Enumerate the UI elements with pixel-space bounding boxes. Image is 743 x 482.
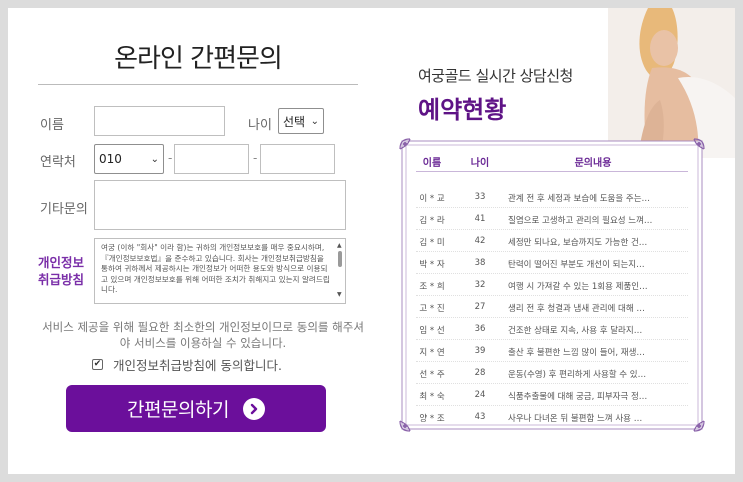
row-name: 조 * 희 — [419, 282, 445, 292]
agree-checkbox[interactable]: ✔ — [92, 359, 103, 370]
privacy-policy-label: 개인정보취급방침 — [38, 255, 85, 287]
row-message: 생리 전 후 청결과 냄새 관리에 대해 … — [508, 304, 645, 314]
row-age: 42 — [474, 236, 486, 246]
contact-label: 연락처 — [40, 155, 76, 170]
table-header: 이름 나이 문의내용 — [416, 150, 688, 172]
row-message: 출산 후 불편한 느낌 많이 들어, 재생… — [508, 348, 645, 358]
row-age: 39 — [474, 346, 486, 356]
table-row[interactable]: 고 * 진 27 생리 전 후 청결과 냄새 관리에 대해 … — [416, 296, 688, 318]
row-name: 고 * 진 — [419, 304, 445, 314]
other-inquiry-label: 기타문의 — [40, 202, 88, 217]
row-message: 운동(수영) 후 편리하게 사용할 수 있… — [508, 370, 647, 380]
row-age: 24 — [474, 390, 486, 400]
table-row[interactable]: 임 * 선 36 건조한 상태로 지속, 사용 후 달라지… — [416, 318, 688, 340]
row-message: 식품추출물에 대해 궁금, 피부자극 정… — [508, 392, 648, 402]
row-name: 최 * 숙 — [419, 392, 445, 402]
row-message: 질염으로 고생하고 관리의 필요성 느껴… — [508, 216, 653, 226]
table-row[interactable]: 김 * 라 41 질염으로 고생하고 관리의 필요성 느껴… — [416, 208, 688, 230]
privacy-policy-text: 여궁 (이하 "회사" 이라 함)는 귀하의 개인정보보호를 매우 중요시하며,… — [101, 243, 330, 295]
arrow-right-icon — [242, 397, 265, 420]
row-name: 양 * 조 — [419, 414, 445, 424]
scroll-down-icon[interactable]: ▼ — [337, 290, 342, 301]
row-age: 33 — [474, 192, 486, 202]
title-divider — [38, 84, 358, 85]
row-name: 김 * 미 — [419, 238, 445, 248]
row-name: 김 * 라 — [419, 216, 445, 226]
submit-inquiry-button[interactable]: 간편문의하기 — [66, 385, 326, 432]
row-name: 임 * 선 — [419, 326, 445, 336]
row-age: 28 — [474, 368, 486, 378]
privacy-policy-textbox[interactable]: 여궁 (이하 "회사" 이라 함)는 귀하의 개인정보보호를 매우 중요시하며,… — [94, 238, 346, 304]
row-name: 선 * 주 — [419, 370, 445, 380]
phone-prefix-select[interactable]: 010 ⌄ — [94, 144, 164, 174]
panel-subtitle: 여궁골드 실시간 상담신청 — [418, 67, 573, 85]
row-age: 32 — [474, 280, 486, 290]
row-name: 이 * 교 — [419, 194, 445, 204]
submit-label: 간편문의하기 — [127, 399, 229, 421]
age-label: 나이 — [248, 118, 272, 133]
panel-title: 예약현황 — [418, 96, 507, 124]
row-name: 지 * 연 — [419, 348, 445, 358]
table-row[interactable]: 지 * 연 39 출산 후 불편한 느낌 많이 들어, 재생… — [416, 340, 688, 362]
table-row[interactable]: 최 * 숙 24 식품추출물에 대해 궁금, 피부자극 정… — [416, 384, 688, 406]
consultation-frame: 온라인 간편문의 이름 나이 선택 ⌄ 연락처 010 ⌄ - - 기타문의 개… — [8, 8, 735, 474]
reservation-table: 이름 나이 문의내용 이 * 교 33 관계 전 후 세정과 보습에 도움을 주… — [396, 135, 708, 435]
row-age: 38 — [474, 258, 486, 268]
chevron-down-icon: ⌄ — [310, 115, 319, 127]
row-age: 36 — [474, 324, 486, 334]
table-row[interactable]: 양 * 조 43 사우나 다녀온 뒤 불편함 느껴 사용 … — [416, 406, 688, 428]
row-message: 건조한 상태로 지속, 사용 후 달라지… — [508, 326, 643, 336]
phone-dash: - — [168, 151, 173, 165]
chevron-down-icon: ⌄ — [150, 153, 159, 165]
row-message: 탄력이 떨어진 부분도 개선이 되는지… — [508, 260, 645, 270]
privacy-scrollbar[interactable]: ▲ ▼ — [337, 241, 343, 301]
consent-notice: 서비스 제공을 위해 필요한 최소한의 개인정보이므로 동의를 해주셔야 서비스… — [42, 320, 364, 350]
phone-last-input[interactable] — [260, 144, 335, 174]
row-message: 여행 시 가져갈 수 있는 1회용 제품인… — [508, 282, 648, 292]
table-row[interactable]: 김 * 미 42 세정만 되나요, 보습까지도 가능한 건… — [416, 230, 688, 252]
row-age: 43 — [474, 412, 486, 422]
row-message: 관계 전 후 세정과 보습에 도움을 주는… — [508, 194, 651, 204]
table-row[interactable]: 조 * 희 32 여행 시 가져갈 수 있는 1회용 제품인… — [416, 274, 688, 296]
age-select-value: 선택 — [283, 114, 306, 129]
name-input[interactable] — [94, 106, 225, 136]
scroll-thumb[interactable] — [338, 251, 342, 267]
header-age: 나이 — [470, 158, 490, 169]
table-row[interactable]: 이 * 교 33 관계 전 후 세정과 보습에 도움을 주는… — [416, 186, 688, 208]
phone-middle-input[interactable] — [174, 144, 249, 174]
form-title: 온라인 간편문의 — [114, 44, 283, 74]
agree-row[interactable]: ✔ 개인정보취급방침에 동의합니다. — [92, 355, 282, 374]
scroll-up-icon[interactable]: ▲ — [337, 241, 342, 252]
other-inquiry-textarea[interactable] — [94, 180, 346, 230]
row-age: 41 — [474, 214, 486, 224]
row-name: 박 * 자 — [419, 260, 445, 270]
row-message: 사우나 다녀온 뒤 불편함 느껴 사용 … — [508, 414, 643, 424]
phone-prefix-value: 010 — [99, 152, 122, 166]
name-label: 이름 — [40, 118, 64, 133]
age-select[interactable]: 선택 ⌄ — [278, 108, 324, 134]
header-message: 문의내용 — [574, 158, 612, 169]
header-name: 이름 — [422, 158, 442, 169]
row-age: 27 — [474, 302, 486, 312]
table-row[interactable]: 박 * 자 38 탄력이 떨어진 부분도 개선이 되는지… — [416, 252, 688, 274]
agree-label: 개인정보취급방침에 동의합니다. — [113, 358, 282, 373]
table-row[interactable]: 선 * 주 28 운동(수영) 후 편리하게 사용할 수 있… — [416, 362, 688, 384]
phone-dash: - — [253, 151, 258, 165]
row-message: 세정만 되나요, 보습까지도 가능한 건… — [508, 238, 648, 248]
